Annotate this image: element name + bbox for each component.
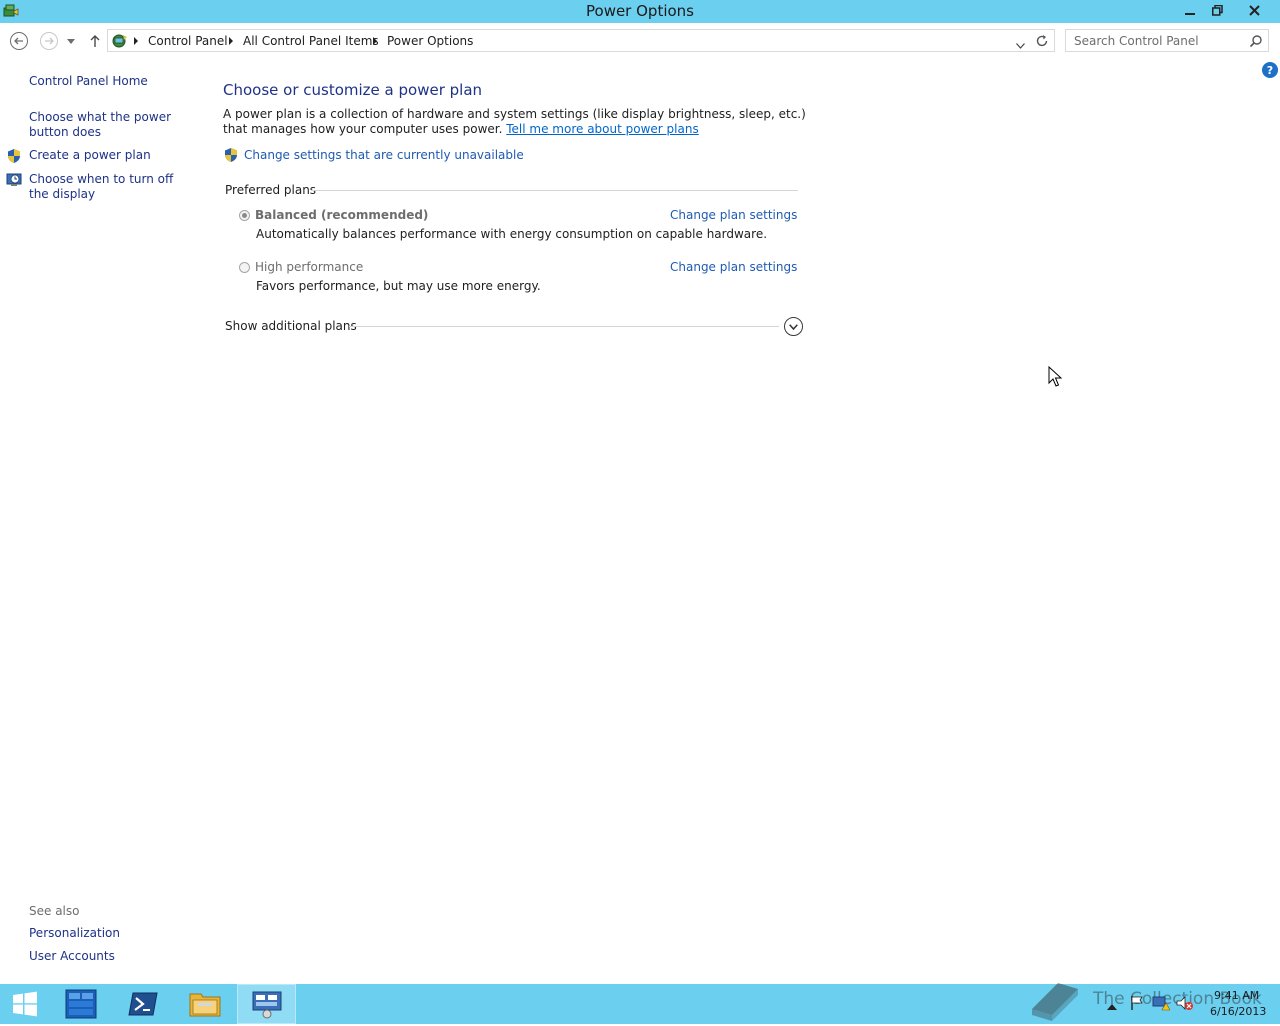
back-button[interactable] (9, 31, 29, 51)
volume-muted-icon[interactable] (1176, 995, 1194, 1014)
taskbar: The Collection Book 9:41 AM 6/16/2013 (0, 983, 1280, 1024)
windows-logo-icon (13, 991, 37, 1017)
page-title: Choose or customize a power plan (223, 81, 483, 99)
search-icon[interactable] (1249, 34, 1263, 51)
server-manager-icon (65, 989, 97, 1019)
search-input[interactable] (1066, 30, 1246, 51)
expand-additional-plans-button[interactable] (784, 317, 803, 336)
learn-more-link[interactable]: Tell me more about power plans (506, 122, 698, 136)
recent-locations-dropdown[interactable] (63, 31, 79, 51)
refresh-icon[interactable] (1035, 34, 1049, 51)
forward-arrow-icon (40, 32, 58, 50)
mouse-cursor-icon (1048, 365, 1063, 391)
minimize-icon (1185, 12, 1195, 15)
folder-icon (189, 993, 221, 1017)
address-history-chevron-icon[interactable] (1016, 38, 1025, 52)
taskbar-powershell[interactable] (114, 984, 172, 1024)
breadcrumb-separator-icon[interactable] (229, 37, 233, 45)
breadcrumb-control-panel[interactable]: Control Panel (148, 34, 228, 48)
divider (311, 190, 798, 191)
show-hidden-icons-icon[interactable] (1107, 999, 1117, 1013)
sidebar-user-accounts[interactable]: User Accounts (29, 949, 204, 964)
uac-shield-icon (6, 148, 22, 167)
sidebar-personalization[interactable]: Personalization (29, 926, 204, 941)
taskbar-server-manager[interactable] (52, 984, 110, 1024)
page-description: A power plan is a collection of hardware… (223, 107, 813, 137)
sidebar-turn-off-display[interactable]: Choose when to turn off the display (29, 172, 189, 202)
plan-balanced-description: Automatically balances performance with … (256, 227, 768, 241)
close-button[interactable] (1231, 0, 1277, 21)
restore-icon (1212, 5, 1223, 16)
plan-high-performance-name[interactable]: High performance (255, 260, 363, 274)
up-button[interactable] (85, 31, 105, 51)
close-icon (1248, 5, 1260, 16)
back-arrow-icon (10, 32, 28, 50)
plan-high-performance-radio[interactable] (239, 262, 250, 273)
restore-button[interactable] (1204, 0, 1231, 21)
clock-time[interactable]: 9:41 AM (1214, 989, 1259, 1002)
plan-balanced-change-link[interactable]: Change plan settings (670, 208, 797, 222)
breadcrumb-all-items[interactable]: All Control Panel Items (243, 34, 379, 48)
uac-shield-icon (223, 147, 239, 166)
taskbar-file-explorer[interactable] (176, 984, 234, 1024)
title-bar: Power Options (0, 0, 1280, 23)
see-also-heading: See also (29, 904, 80, 918)
chevron-down-icon (789, 323, 798, 330)
plan-high-performance-description: Favors performance, but may use more ene… (256, 279, 541, 293)
start-button[interactable] (0, 984, 50, 1024)
up-arrow-icon (90, 35, 100, 47)
divider (349, 326, 779, 327)
plan-balanced-radio[interactable] (239, 210, 250, 221)
clock-date[interactable]: 6/16/2013 (1210, 1005, 1266, 1018)
sidebar-power-button[interactable]: Choose what the power button does (29, 110, 199, 140)
powershell-icon (128, 992, 158, 1016)
control-panel-icon (111, 32, 129, 52)
plan-high-performance-change-link[interactable]: Change plan settings (670, 260, 797, 274)
sidebar-create-power-plan[interactable]: Create a power plan (29, 148, 204, 163)
minimize-button[interactable] (1176, 0, 1204, 21)
action-center-flag-icon[interactable] (1130, 995, 1144, 1014)
help-button[interactable]: ? (1262, 62, 1278, 78)
sidebar-control-panel-home[interactable]: Control Panel Home (29, 74, 204, 89)
book-watermark-icon (1028, 975, 1082, 1026)
preferred-plans-heading: Preferred plans (225, 183, 317, 197)
navigation-bar: Control Panel All Control Panel Items Po… (0, 23, 1280, 58)
plan-balanced-name[interactable]: Balanced (recommended) (255, 208, 428, 222)
forward-button[interactable] (39, 31, 59, 51)
address-bar[interactable]: Control Panel All Control Panel Items Po… (107, 29, 1055, 52)
show-additional-plans-label[interactable]: Show additional plans (225, 319, 357, 333)
control-panel-icon (252, 991, 281, 1019)
breadcrumb-separator-icon[interactable] (134, 37, 138, 45)
search-box (1065, 29, 1269, 52)
taskbar-control-panel[interactable] (237, 984, 296, 1024)
breadcrumb-power-options[interactable]: Power Options (387, 34, 473, 48)
change-unavailable-settings-link[interactable]: Change settings that are currently unava… (244, 148, 524, 162)
window-title: Power Options (586, 2, 694, 20)
chevron-down-icon (67, 38, 75, 44)
network-warning-icon[interactable] (1152, 995, 1171, 1014)
breadcrumb-separator-icon[interactable] (373, 37, 377, 45)
display-timer-icon (6, 172, 23, 191)
